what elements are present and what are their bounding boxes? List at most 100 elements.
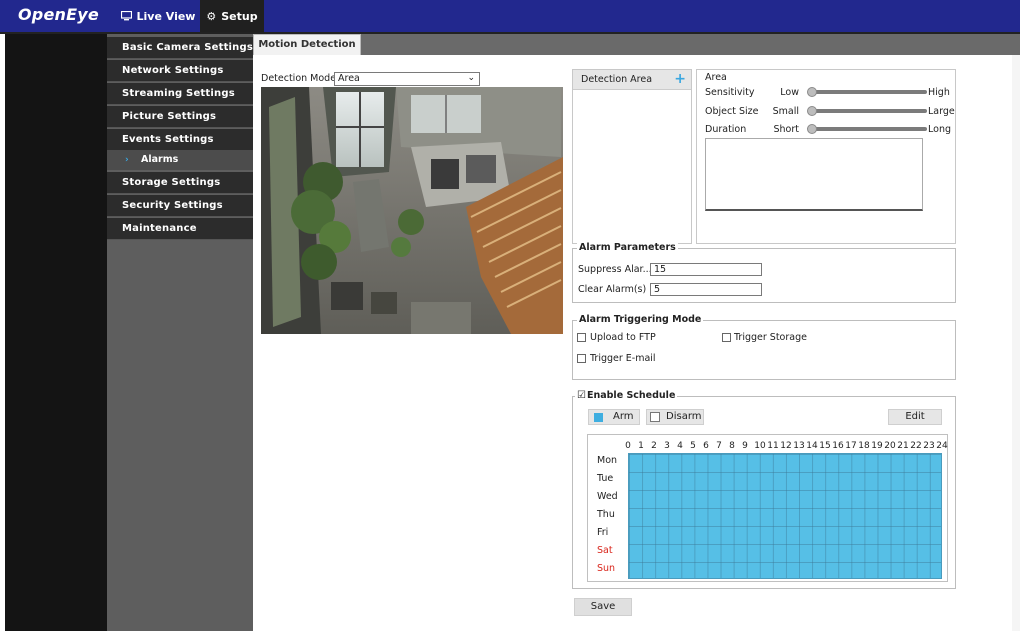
sidebar-item-alarms[interactable]: › Alarms (107, 150, 253, 170)
trigger-storage-label: Trigger Storage (734, 332, 807, 343)
duration-label: Duration (705, 124, 747, 135)
detection-mode-value: Area (338, 73, 360, 84)
hour-label: 14 (806, 441, 818, 451)
upload-ftp-checkbox[interactable] (577, 333, 586, 342)
tab-strip (253, 34, 1020, 55)
hour-label: 23 (923, 441, 935, 451)
hour-label: 22 (910, 441, 922, 451)
duration-max-label: Long (928, 124, 951, 135)
hour-label: 8 (729, 441, 735, 451)
hour-label: 16 (832, 441, 844, 451)
arm-label: Arm (613, 411, 634, 422)
object-size-slider-thumb[interactable] (807, 106, 817, 116)
hour-label: 9 (742, 441, 748, 451)
sidebar-item-storage-settings[interactable]: Storage Settings (107, 172, 253, 194)
suppress-alarm-input[interactable]: 15 (650, 263, 762, 276)
hour-label: 5 (690, 441, 696, 451)
camera-image (261, 87, 563, 334)
detection-mode-label: Detection Mode (261, 73, 337, 84)
hour-label: 1 (638, 441, 644, 451)
object-size-slider-track[interactable] (809, 109, 927, 113)
nav-live-view[interactable]: Live View (116, 0, 200, 32)
sidebar: Basic Camera Settings Network Settings S… (107, 34, 253, 631)
sidebar-item-basic-camera-settings[interactable]: Basic Camera Settings (107, 37, 253, 59)
area-preview-box (705, 138, 923, 211)
sensitivity-label: Sensitivity (705, 87, 755, 98)
trigger-email-checkbox[interactable] (577, 354, 586, 363)
schedule-grid[interactable] (628, 453, 942, 579)
day-label-sat: Sat (597, 545, 613, 556)
nav-setup-label: Setup (221, 9, 258, 23)
gear-icon: ⚙ (206, 9, 217, 23)
nav-setup[interactable]: ⚙ Setup (200, 0, 264, 32)
suppress-alarm-label: Suppress Alar... (578, 264, 652, 275)
trigger-storage-checkbox[interactable] (722, 333, 731, 342)
camera-preview[interactable] (261, 87, 563, 334)
disarm-label: Disarm (666, 411, 702, 422)
chevron-right-icon: › (125, 155, 129, 165)
detection-mode-select[interactable]: Area ⌄ (334, 72, 480, 86)
hour-label: 12 (780, 441, 792, 451)
upload-ftp-label: Upload to FTP (590, 332, 656, 343)
hour-label: 11 (767, 441, 779, 451)
alarm-parameters-title: Alarm Parameters (577, 242, 678, 253)
day-label-wed: Wed (597, 491, 618, 502)
top-bar: OpenEye Live View ⚙ Setup (0, 0, 1020, 32)
hour-label: 2 (651, 441, 657, 451)
monitor-icon (120, 11, 132, 21)
hour-label: 18 (858, 441, 870, 451)
object-size-label: Object Size (705, 106, 759, 117)
hour-label: 17 (845, 441, 857, 451)
sidebar-item-streaming-settings[interactable]: Streaming Settings (107, 83, 253, 105)
sidebar-item-picture-settings[interactable]: Picture Settings (107, 106, 253, 128)
sensitivity-max-label: High (928, 87, 950, 98)
tab-motion-detection[interactable]: Motion Detection (253, 34, 361, 55)
sensitivity-slider-track[interactable] (809, 90, 927, 94)
schedule-group: ☑ Enable Schedule Arm Disarm Edit 0 1 2 … (572, 390, 956, 589)
sidebar-item-events-settings[interactable]: Events Settings (107, 129, 253, 151)
content-edge (1012, 55, 1020, 631)
detection-area-list: Detection Area + (572, 69, 692, 244)
hour-label: 10 (754, 441, 766, 451)
arm-button[interactable]: Arm (588, 409, 640, 425)
add-icon[interactable]: + (674, 69, 686, 89)
enable-schedule-checkbox[interactable]: ☑ (577, 390, 586, 401)
schedule-grid-panel: 0 1 2 3 4 5 6 7 8 9 10 11 12 13 14 15 16… (587, 434, 948, 582)
logo: OpenEye (18, 5, 99, 24)
edit-button[interactable]: Edit (888, 409, 942, 425)
hour-label: 0 (625, 441, 631, 451)
hour-label: 20 (884, 441, 896, 451)
hour-label: 6 (703, 441, 709, 451)
object-size-max-label: Large (928, 106, 955, 117)
hour-label: 21 (897, 441, 909, 451)
object-size-min-label: Small (772, 106, 799, 117)
sidebar-item-alarms-label: Alarms (141, 154, 179, 165)
duration-min-label: Short (773, 124, 800, 135)
sidebar-item-maintenance[interactable]: Maintenance (107, 218, 253, 240)
alarm-triggering-mode-title: Alarm Triggering Mode (577, 314, 704, 325)
sensitivity-slider-thumb[interactable] (807, 87, 817, 97)
day-label-fri: Fri (597, 527, 609, 538)
duration-slider-thumb[interactable] (807, 124, 817, 134)
hour-label: 15 (819, 441, 831, 451)
day-label-thu: Thu (597, 509, 615, 520)
schedule-header: ☑ Enable Schedule (575, 390, 678, 401)
day-label-mon: Mon (597, 455, 618, 466)
trigger-email-label: Trigger E-mail (590, 353, 656, 364)
sidebar-item-network-settings[interactable]: Network Settings (107, 60, 253, 82)
disarm-swatch (650, 412, 660, 422)
alarm-triggering-mode-group: Alarm Triggering Mode Upload to FTP Trig… (572, 314, 956, 380)
sidebar-item-security-settings[interactable]: Security Settings (107, 195, 253, 217)
area-params-panel: Area Sensitivity Low High Object Size Sm… (696, 69, 956, 244)
disarm-button[interactable]: Disarm (646, 409, 704, 425)
clear-alarm-input[interactable]: 5 (650, 283, 762, 296)
nav-live-view-label: Live View (136, 9, 196, 23)
save-button[interactable]: Save (574, 598, 632, 616)
hour-label: 3 (664, 441, 670, 451)
enable-schedule-label: Enable Schedule (586, 390, 676, 401)
day-label-sun: Sun (597, 563, 616, 574)
duration-slider-track[interactable] (809, 127, 927, 131)
left-panel (5, 34, 107, 631)
detection-area-header: Detection Area + (573, 70, 691, 90)
area-params-title: Area (705, 72, 727, 83)
